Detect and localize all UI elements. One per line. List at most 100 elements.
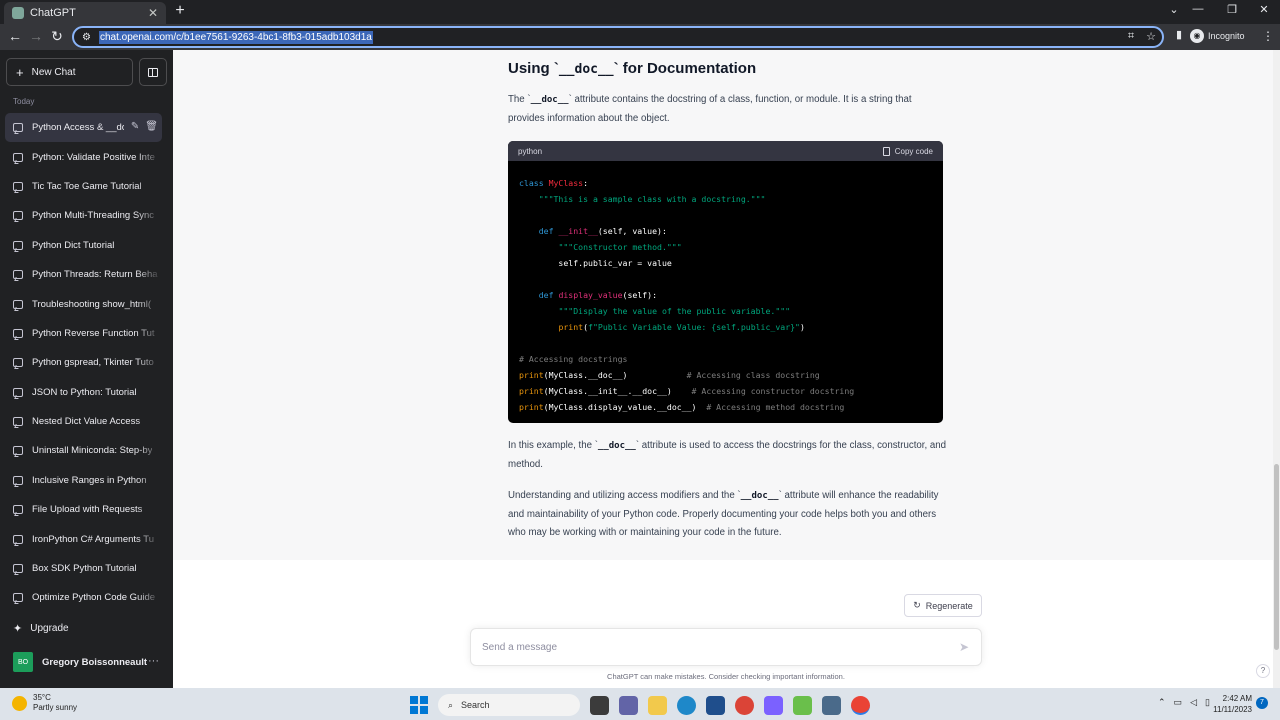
chat-history-item[interactable]: Nested Dict Value Access [5, 406, 162, 437]
chat-history-item[interactable]: File Upload with Requests [5, 495, 162, 525]
sidebar-toggle-icon [148, 67, 158, 77]
code-language-label: python [518, 146, 543, 156]
close-window-icon[interactable]: ✕ [1254, 3, 1274, 16]
chat-history-item[interactable]: Python Multi-Threading Sync [5, 201, 162, 231]
taskbar-apps: ⌕ Search [410, 694, 870, 716]
code-content[interactable]: class MyClass: """This is a sample class… [508, 161, 943, 415]
chat-bubble-icon [13, 328, 23, 338]
scrollbar-thumb[interactable] [1274, 464, 1279, 650]
trash-icon[interactable]: 🗑 [145, 121, 158, 132]
volume-icon[interactable]: ◁ [1190, 697, 1197, 708]
chat-history-label: Python Threads: Return Beha [32, 269, 158, 281]
app-icon-vpn[interactable] [764, 695, 783, 715]
new-chat-button[interactable]: + New Chat [6, 58, 133, 86]
partly-sunny-icon [12, 695, 27, 711]
chat-history-item[interactable]: IronPython C# Arguments Tu [5, 524, 162, 554]
chat-app-icon[interactable] [619, 695, 638, 715]
chat-history-item[interactable]: Python: Validate Positive Inte [5, 142, 162, 172]
chat-history-item[interactable]: JSON to Python: Tutorial [5, 377, 162, 407]
chat-history-item[interactable]: Python gspread, Tkinter Tuto [5, 348, 162, 378]
chat-history-label: Nested Dict Value Access [32, 416, 141, 428]
chrome-active-icon[interactable] [851, 695, 870, 715]
chrome-icon[interactable] [735, 695, 754, 715]
chat-bubble-icon [13, 358, 23, 368]
chat-bubble-icon [13, 240, 23, 250]
paragraph-intro: The `__doc__` attribute contains the doc… [508, 91, 948, 128]
side-panel-icon[interactable]: ▮ [1170, 28, 1188, 41]
ellipsis-icon[interactable]: ··· [148, 655, 159, 667]
plus-icon: + [16, 64, 24, 80]
tab-close-icon[interactable]: ✕ [148, 6, 158, 20]
chat-history-item[interactable]: Python Threads: Return Beha [5, 259, 162, 290]
code-line: self.public_var = value [519, 258, 671, 268]
p3-code: __doc__ [740, 491, 779, 501]
code-token: (self, value): [597, 226, 667, 236]
taskbar: 35°C Partly sunny ⌕ Search ⌃ ▭ ◁ ▯ 2:42 … [0, 688, 1280, 720]
new-tab-icon[interactable]: + [172, 2, 188, 20]
site-info-icon[interactable]: ⚙ [82, 32, 91, 43]
chevron-up-icon[interactable]: ⌃ [1158, 697, 1166, 708]
chat-history-label: Python Access & __do [32, 122, 124, 134]
chat-bubble-icon [13, 593, 23, 603]
user-name: Gregory Boissonneault [42, 656, 148, 668]
chat-bubble-icon [13, 564, 23, 574]
chat-history-item[interactable]: Python Reverse Function Tut [5, 318, 162, 349]
upgrade-button[interactable]: ✦ Upgrade [13, 622, 69, 635]
incognito-indicator[interactable]: ◉ Incognito [1190, 29, 1245, 43]
scrollbar-track[interactable] [1273, 50, 1280, 688]
restore-icon[interactable]: ❐ [1222, 3, 1242, 16]
browser-menu-icon[interactable]: ⋮ [1262, 29, 1274, 43]
chat-history-item[interactable]: Inclusive Ranges in Python [5, 465, 162, 496]
chat-bubble-icon [13, 123, 23, 133]
forward-icon[interactable]: → [27, 28, 45, 44]
bookmark-star-icon[interactable]: ☆ [1146, 30, 1156, 43]
tab-search-icon[interactable]: ⌄ [1164, 3, 1184, 16]
chat-history-item-active[interactable]: Python Access & __do ✎ 🗑 [5, 113, 162, 143]
url-text[interactable]: chat.openai.com/c/b1ee7561-9263-4bc1-8fb… [98, 30, 373, 44]
code-token: """Display the value of the public varia… [558, 306, 791, 316]
chat-history-item[interactable]: Python Dict Tutorial [5, 230, 162, 260]
user-menu[interactable]: BO Gregory Boissonneault ··· [13, 652, 163, 672]
network-icon[interactable]: ▭ [1174, 697, 1183, 708]
chat-history-item[interactable]: Uninstall Miniconda: Step-by [5, 436, 162, 466]
message-heading: Using `__doc__` for Documentation [508, 60, 756, 77]
app-icon-tools[interactable] [822, 695, 841, 715]
task-view-icon[interactable] [590, 695, 609, 715]
chat-history-item[interactable]: Tic Tac Toe Game Tutorial [5, 171, 162, 202]
browser-tab[interactable]: ChatGPT ✕ [4, 2, 166, 24]
copy-code-label: Copy code [894, 146, 933, 156]
back-icon[interactable]: ← [6, 28, 24, 44]
code-token: """This is a sample class with a docstri… [538, 194, 766, 204]
heading-code: __doc__ [558, 62, 614, 77]
start-icon[interactable] [410, 696, 428, 714]
notification-icon[interactable]: 7 [1256, 697, 1268, 709]
code-line: # Accessing docstrings [519, 354, 627, 364]
app-icon-notepad[interactable] [793, 695, 812, 715]
reload-icon[interactable]: ↻ [48, 28, 66, 45]
taskbar-search[interactable]: ⌕ Search [438, 694, 580, 716]
copy-code-button[interactable]: Copy code [882, 146, 933, 156]
store-icon[interactable] [706, 695, 725, 715]
chat-history-item[interactable]: Box SDK Python Tutorial [5, 553, 162, 584]
qr-code-icon[interactable]: ⌗ [1128, 30, 1134, 43]
edit-icon[interactable]: ✎ [131, 121, 139, 132]
clock[interactable]: 2:42 AM 11/11/2023 [1212, 693, 1252, 715]
weather-widget[interactable]: 35°C Partly sunny [12, 693, 77, 713]
file-explorer-icon[interactable] [648, 695, 667, 715]
help-button[interactable]: ? [1256, 664, 1270, 678]
battery-icon[interactable]: ▯ [1205, 697, 1210, 708]
minimize-icon[interactable]: — [1188, 3, 1208, 15]
search-icon: ⌕ [448, 699, 454, 710]
chat-bubble-icon [13, 417, 23, 427]
sidebar-toggle-button[interactable] [139, 58, 167, 86]
edge-icon[interactable] [677, 695, 696, 715]
regenerate-button[interactable]: ↻ Regenerate [904, 594, 982, 617]
address-bar[interactable]: ⚙ chat.openai.com/c/b1ee7561-9263-4bc1-8… [72, 26, 1164, 48]
chat-history-item[interactable]: Troubleshooting show_html( [5, 289, 162, 319]
code-token: : [583, 178, 589, 188]
chat-history-item[interactable]: Optimize Python Code Guide [5, 583, 162, 613]
message-input[interactable] [482, 641, 952, 653]
send-icon[interactable]: ➤ [959, 640, 969, 654]
